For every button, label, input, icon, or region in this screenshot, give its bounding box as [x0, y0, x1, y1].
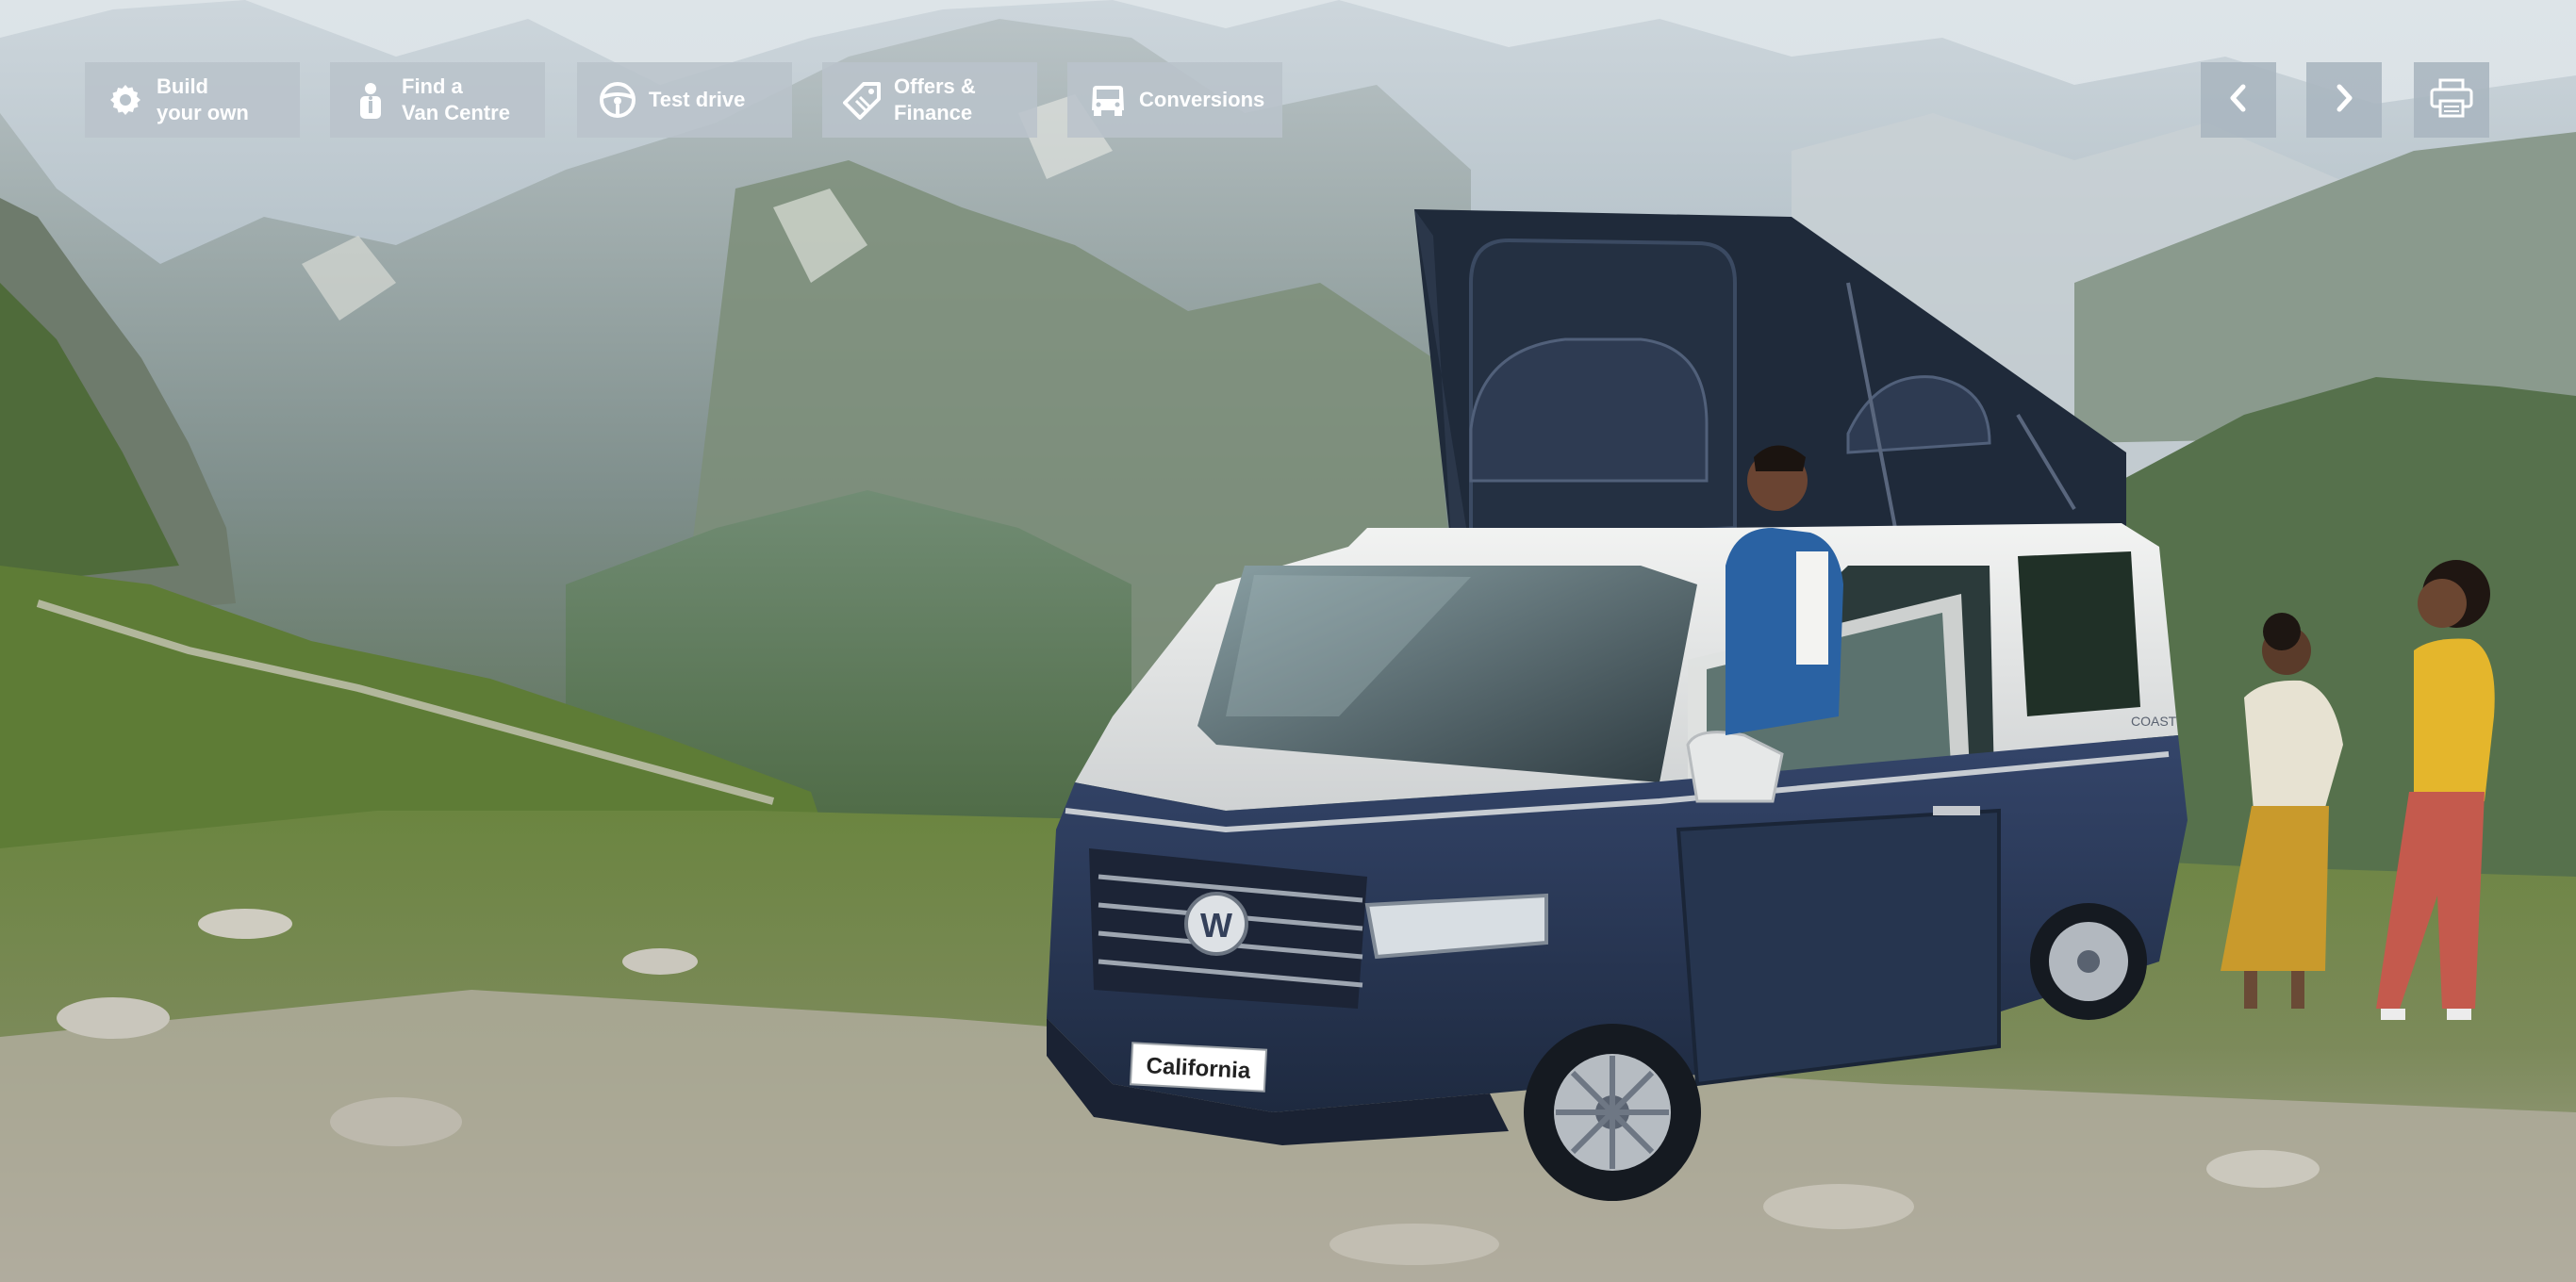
conversions-label: Conversions [1139, 88, 1265, 111]
info-person-icon [351, 80, 390, 120]
printer-icon [2429, 77, 2474, 123]
steering-wheel-icon [598, 80, 637, 120]
chevron-left-icon [2224, 79, 2253, 122]
chevron-right-icon [2330, 79, 2358, 122]
next-button[interactable] [2306, 62, 2382, 138]
svg-text:W: W [1200, 906, 1232, 945]
build-your-own-button[interactable]: Build your own [85, 62, 300, 138]
offers-finance-label: Offers & Finance [894, 74, 976, 124]
test-drive-button[interactable]: Test drive [577, 62, 792, 138]
price-tag-icon [843, 80, 883, 120]
build-your-own-label: Build your own [157, 74, 249, 124]
rear-badge: COAST [2131, 714, 2177, 729]
find-van-centre-button[interactable]: Find a Van Centre [330, 62, 545, 138]
find-van-centre-label: Find a Van Centre [402, 74, 510, 124]
print-button[interactable] [2414, 62, 2489, 138]
previous-button[interactable] [2201, 62, 2276, 138]
van-icon [1088, 80, 1128, 120]
conversions-button[interactable]: Conversions [1067, 62, 1282, 138]
hero-image: W California COAST [0, 0, 2576, 1282]
gear-icon [106, 80, 145, 120]
test-drive-label: Test drive [649, 88, 746, 111]
offers-finance-button[interactable]: Offers & Finance [822, 62, 1037, 138]
